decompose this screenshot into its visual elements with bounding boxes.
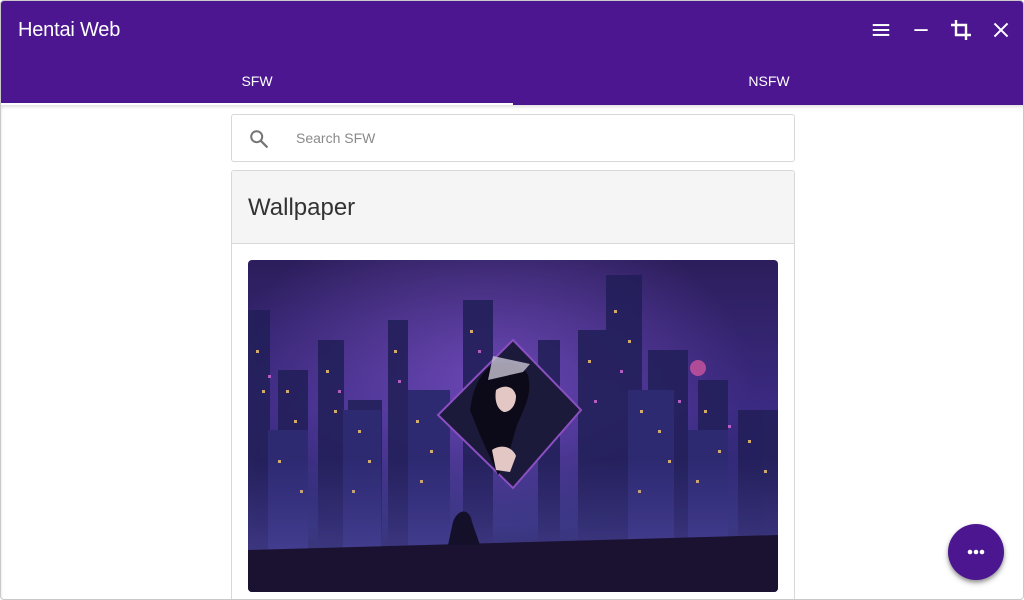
tab-nsfw[interactable]: NSFW [513,59,1023,105]
app-title: Hentai Web [18,19,121,41]
more-options-fab[interactable] [948,524,1004,580]
tab-bar: SFW NSFW [1,59,1023,105]
app-window: Hentai Web SFW NSFW Search SFW Wallpaper [0,0,1024,600]
search-box [231,114,795,162]
crop-icon [951,20,971,40]
tab-sfw[interactable]: SFW [1,59,513,105]
wallpaper-image[interactable] [248,260,778,592]
wallpaper-card: Wallpaper [231,170,795,599]
tab-sfw-label: SFW [241,73,273,89]
crop-button[interactable] [947,16,975,44]
minimize-icon [914,29,928,31]
more-horizontal-icon [967,549,985,555]
tab-nsfw-label: NSFW [748,73,790,89]
content-area: Wallpaper [1,105,1023,599]
menu-icon [872,24,890,36]
anime-city-night-image [248,260,778,592]
minimize-button[interactable] [907,16,935,44]
card-title: Wallpaper [248,194,356,221]
menu-button[interactable] [867,16,895,44]
search-input[interactable] [296,115,776,161]
close-button[interactable] [987,16,1015,44]
close-icon [993,22,1009,38]
search-icon [250,130,268,148]
title-bar[interactable]: Hentai Web [1,1,1023,59]
